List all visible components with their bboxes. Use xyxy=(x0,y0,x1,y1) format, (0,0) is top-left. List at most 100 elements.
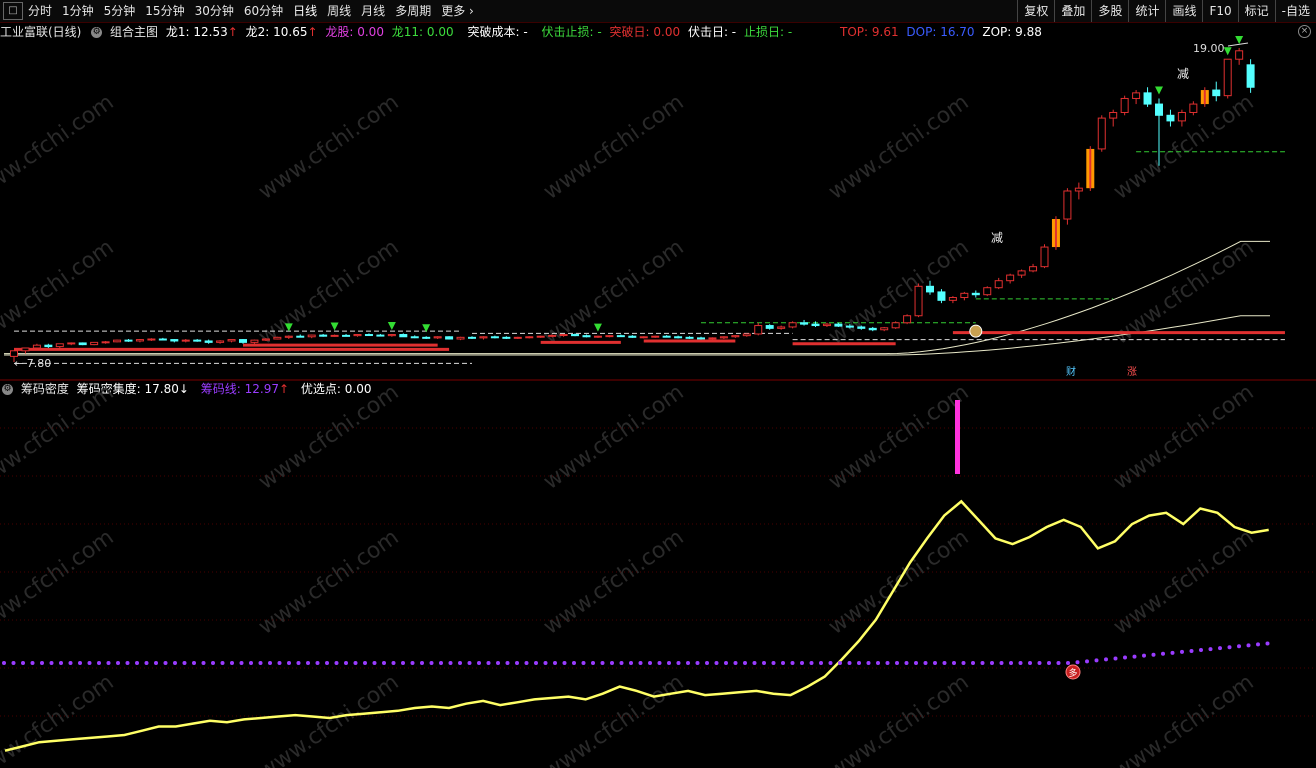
watermark-text: www.cfchi.com xyxy=(539,670,688,768)
down-arrow-icon xyxy=(1155,86,1163,95)
chip-line-dot xyxy=(163,661,168,665)
chip-line-dot xyxy=(277,661,282,665)
candle-body-stripe xyxy=(1089,148,1092,189)
candle-body xyxy=(330,334,339,337)
chip-line-dot xyxy=(895,661,899,665)
chip-line-dot xyxy=(553,661,557,665)
chip-line-dot xyxy=(448,661,453,665)
candle-body xyxy=(616,335,625,338)
chip-line-dot xyxy=(49,661,54,665)
chip-line-dot xyxy=(230,661,234,665)
candle-body xyxy=(914,285,923,317)
chip-line-dot xyxy=(676,661,681,665)
candle-body xyxy=(845,325,854,328)
candle-body xyxy=(1074,187,1083,192)
chip-line-dot xyxy=(325,661,329,665)
chip-line-dot xyxy=(144,661,149,665)
candle-body xyxy=(399,334,408,338)
chart-canvas[interactable]: www.cfchi.com www.cfchi.com www.cfchi.com w… xyxy=(0,0,1316,768)
chip-line-dot xyxy=(562,661,567,665)
chip-line-dot xyxy=(496,661,500,665)
chip-line-dot xyxy=(714,661,719,665)
chip-line-dot xyxy=(372,661,377,665)
candle-body xyxy=(628,335,637,338)
candle-body xyxy=(708,337,717,340)
chip-line-dot xyxy=(268,661,272,665)
watermark-text: www.cfchi.com xyxy=(0,90,119,205)
candle-body xyxy=(422,336,431,339)
chip-line-dot xyxy=(686,661,690,665)
chip-line-dot xyxy=(1037,661,1042,665)
candle-body xyxy=(651,335,660,338)
watermark-text: www.cfchi.com xyxy=(1109,670,1258,768)
chip-line-dot xyxy=(296,661,301,665)
candle-body xyxy=(78,342,87,346)
candle-body xyxy=(353,334,362,337)
chip-line-dot xyxy=(990,661,994,665)
candle-body xyxy=(971,292,980,296)
chip-line-dot xyxy=(40,661,44,665)
chip-line-dot xyxy=(819,661,823,665)
reduce-mark: 减 xyxy=(991,231,1004,245)
chip-line-dot xyxy=(752,661,757,665)
watermark-text: www.cfchi.com xyxy=(254,380,403,495)
chip-line-dot xyxy=(439,661,443,665)
chip-line-dot xyxy=(353,661,358,665)
chip-line-dot xyxy=(667,661,671,665)
chip-line-dot xyxy=(876,661,880,665)
candle-body xyxy=(1132,92,1141,99)
chip-line-dot xyxy=(572,661,576,665)
candle-body xyxy=(834,323,843,327)
chip-line-dot xyxy=(87,661,92,665)
chip-line-dot xyxy=(1142,653,1146,658)
chip-line-dot xyxy=(258,661,263,665)
watermark-text: www.cfchi.com xyxy=(539,90,688,205)
candle-body xyxy=(777,326,786,329)
chip-line-dot xyxy=(980,661,985,665)
watermark-text: www.cfchi.com xyxy=(824,670,973,768)
chip-line-dot xyxy=(638,661,643,665)
candle-body xyxy=(1029,266,1038,272)
chip-line-dot xyxy=(2,661,6,665)
chip-line-dot xyxy=(363,661,367,665)
chip-line-dot xyxy=(30,661,35,665)
low-price-label: ← 7.80 xyxy=(14,357,52,370)
chip-line-dot xyxy=(1227,645,1232,650)
chip-line-dot xyxy=(1047,661,1051,665)
candle-body xyxy=(468,336,476,339)
candle-body xyxy=(662,335,671,338)
chip-line-dot xyxy=(1256,642,1260,647)
candle-body xyxy=(800,322,809,325)
candle-body xyxy=(983,287,992,296)
candle-body xyxy=(479,336,488,339)
chip-line-dot xyxy=(961,661,966,665)
candle-body xyxy=(1097,117,1106,150)
candle-body xyxy=(788,322,797,328)
candle-body xyxy=(994,280,1003,289)
finance-badge: 财 xyxy=(1066,367,1076,378)
chip-line-dot xyxy=(743,661,747,665)
chip-line-dot xyxy=(933,661,937,665)
candle-body xyxy=(685,336,694,339)
candle-body-stripe xyxy=(1054,219,1057,248)
candle-body xyxy=(731,335,740,338)
candle-body xyxy=(582,335,591,338)
chip-line-dot xyxy=(11,661,16,665)
down-arrow-icon xyxy=(1223,47,1232,56)
chip-line-dot xyxy=(648,661,652,665)
chip-line-dot xyxy=(68,661,73,665)
candle-body xyxy=(948,297,957,301)
candle-body xyxy=(1155,103,1163,116)
chip-line-dot xyxy=(135,661,139,665)
candle-body xyxy=(536,335,545,338)
watermark-text: www.cfchi.com xyxy=(539,235,688,350)
buy-signal-label: 多 xyxy=(1068,667,1077,679)
candle-body xyxy=(548,334,557,337)
candle-body xyxy=(284,335,293,338)
chip-line-dot xyxy=(724,661,728,665)
chip-line-dot xyxy=(1199,648,1203,653)
chip-line-dot xyxy=(344,661,348,665)
candle-body xyxy=(170,339,179,342)
chip-line-dot xyxy=(838,661,842,665)
watermark-text: www.cfchi.com xyxy=(824,235,973,350)
